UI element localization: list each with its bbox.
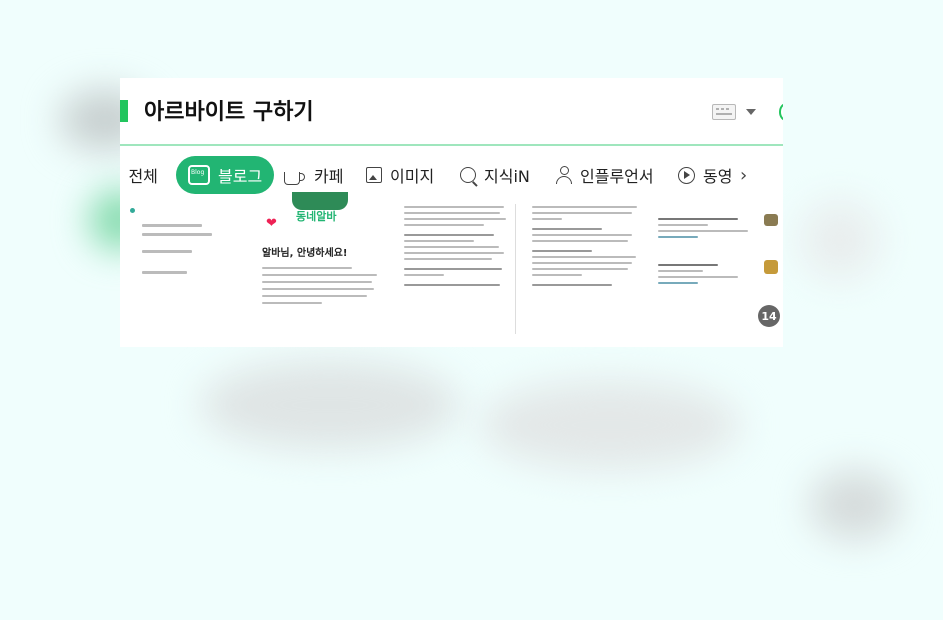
tab-label: 동영 xyxy=(703,167,733,186)
dot-icon xyxy=(130,208,135,213)
tab-kin[interactable]: 지식iN xyxy=(460,156,530,194)
thumbnail xyxy=(764,260,778,274)
background-blur xyxy=(200,360,460,450)
section-header: 아르바이트 구하기 xyxy=(120,78,783,144)
logo-text: 동네알바 xyxy=(296,210,337,223)
background-blur xyxy=(810,470,900,540)
header-divider xyxy=(120,144,783,146)
keyboard-icon[interactable] xyxy=(712,104,736,120)
cup-icon xyxy=(284,171,305,185)
tab-label: 카페 xyxy=(314,167,344,186)
tab-video[interactable]: 동영 xyxy=(678,156,732,194)
blog-icon xyxy=(188,165,210,185)
chevron-right-icon: › xyxy=(740,164,748,186)
preview-card[interactable] xyxy=(656,204,781,347)
blog-preview-strip: 동네알바 ❤ 알바님, 안녕하세요! 14 xyxy=(120,192,783,347)
preview-card[interactable] xyxy=(130,204,240,347)
question-icon xyxy=(460,167,476,183)
caret-down-icon[interactable] xyxy=(746,109,756,115)
search-result-panel: 아르바이트 구하기 ⁝ 전체 블로그 카페 이미지 지식iN xyxy=(120,78,783,347)
tab-image[interactable]: 이미지 xyxy=(366,156,434,194)
tab-label: 인플루언서 xyxy=(580,167,654,186)
tab-blog[interactable]: 블로그 xyxy=(176,156,275,194)
background-blur xyxy=(480,380,740,470)
preview-card[interactable]: 동네알바 ❤ 알바님, 안녕하세요! xyxy=(260,192,385,347)
tab-label: 블로그 xyxy=(218,167,263,186)
header-accent-bar xyxy=(120,100,128,122)
search-tabs: ⁝ 전체 블로그 카페 이미지 지식iN 인플루언서 동영 › xyxy=(120,156,783,196)
tab-cafe[interactable]: 카페 xyxy=(284,156,343,194)
image-count-badge[interactable]: 14 xyxy=(758,305,780,327)
tab-all[interactable]: ⁝ 전체 xyxy=(120,156,158,194)
tab-label: 이미지 xyxy=(390,167,435,186)
heart-icon: ❤ xyxy=(266,216,277,231)
thumbnail xyxy=(764,214,778,226)
tab-influencer[interactable]: 인플루언서 xyxy=(556,156,654,194)
page-title: 아르바이트 구하기 xyxy=(144,100,314,125)
image-icon xyxy=(366,167,382,183)
play-icon xyxy=(678,166,695,184)
person-icon xyxy=(556,166,572,184)
tab-label: 지식iN xyxy=(484,167,530,186)
preview-card[interactable] xyxy=(402,204,516,347)
card-heading: 알바님, 안녕하세요! xyxy=(262,248,348,259)
background-blur xyxy=(800,200,880,280)
toggle-edge-icon[interactable] xyxy=(779,103,783,121)
tabs-next-button[interactable]: › xyxy=(740,156,747,194)
tab-label: 전체 xyxy=(128,167,158,186)
preview-card[interactable] xyxy=(530,204,645,347)
